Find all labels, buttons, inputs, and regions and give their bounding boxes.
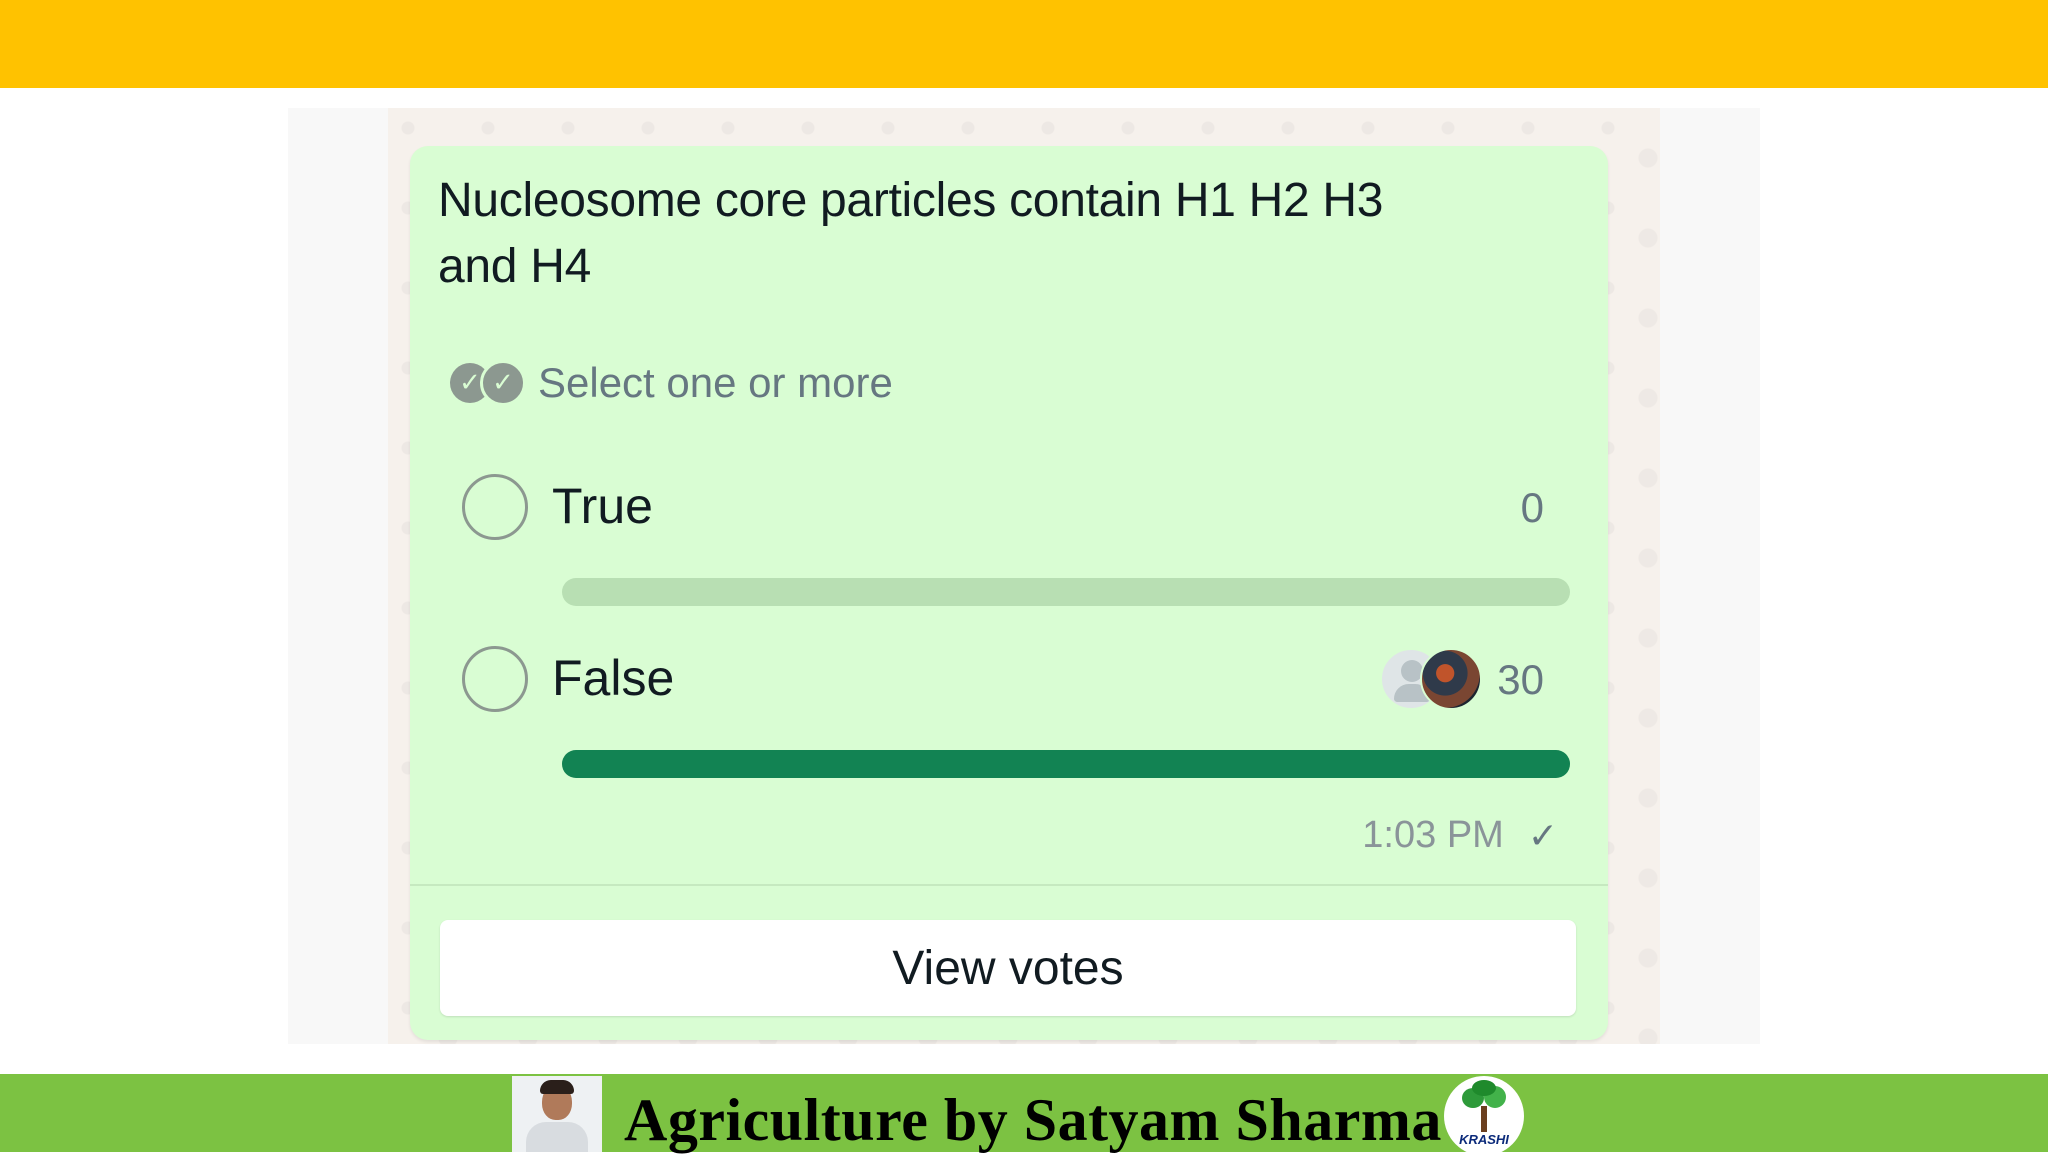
logo-text: KRASHI [1459, 1132, 1509, 1147]
poll-option-true[interactable]: True 0 [450, 466, 1580, 626]
radio-circle-icon[interactable] [462, 474, 528, 540]
double-check-icon: ✓ ✓ [450, 358, 526, 408]
avatar [1420, 648, 1482, 710]
author-photo [512, 1076, 602, 1152]
brand-title: Agriculture by Satyam Sharma [624, 1087, 1442, 1153]
poll-option-progress-fill [562, 750, 1570, 778]
poll-question: Nucleosome core particles contain H1 H2 … [438, 174, 1384, 293]
radio-circle-icon[interactable] [462, 646, 528, 712]
divider [410, 884, 1608, 886]
single-check-icon: ✓ [1527, 814, 1558, 856]
chat-margin-left [288, 108, 388, 1044]
chat-margin-right [1660, 108, 1760, 1044]
poll-hint-text: Select one or more [538, 359, 893, 406]
message-meta: 1:03 PM ✓ [1362, 814, 1558, 857]
poll-option-progress-track [562, 750, 1570, 778]
poll-option-label: False [552, 650, 675, 706]
view-votes-button[interactable]: View votes [440, 920, 1576, 1016]
krashi-logo: KRASHI [1444, 1076, 1524, 1156]
poll-option-progress-track [562, 578, 1570, 606]
message-time: 1:03 PM [1362, 814, 1504, 856]
poll-hint: ✓ ✓ Select one or more [450, 358, 893, 408]
poll-option-false[interactable]: False 30 [450, 638, 1580, 798]
poll-message-bubble: Nucleosome core particles contain H1 H2 … [410, 146, 1608, 1040]
top-banner [0, 0, 2048, 88]
poll-option-vote-count: 0 [1520, 484, 1544, 531]
poll-option-vote-count: 30 [1497, 656, 1544, 703]
voter-avatars[interactable] [1380, 648, 1482, 712]
poll-option-label: True [552, 478, 653, 534]
